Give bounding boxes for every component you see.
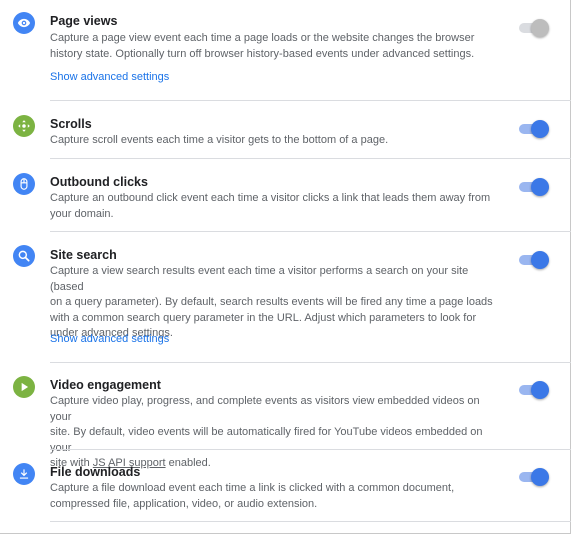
setting-title: Outbound clicks bbox=[50, 175, 148, 189]
file-downloads-toggle[interactable] bbox=[519, 467, 551, 487]
mouse-icon bbox=[13, 173, 35, 195]
settings-panel: Page views Capture a page view event eac… bbox=[0, 0, 571, 534]
setting-description: Capture video play, progress, and comple… bbox=[50, 395, 483, 469]
setting-description: Capture a view search results event each… bbox=[50, 265, 493, 339]
divider bbox=[50, 521, 571, 522]
download-icon bbox=[13, 463, 35, 485]
show-advanced-settings-link[interactable]: Show advanced settings bbox=[50, 71, 169, 83]
divider bbox=[50, 158, 571, 159]
toggle-thumb bbox=[531, 120, 549, 138]
setting-title: Scrolls bbox=[50, 117, 92, 131]
setting-title: File downloads bbox=[50, 465, 141, 479]
page-views-toggle[interactable] bbox=[519, 18, 551, 38]
setting-title: Page views bbox=[50, 14, 118, 28]
setting-description: Capture a file download event each time … bbox=[50, 482, 455, 510]
toggle-thumb bbox=[531, 468, 549, 486]
play-icon bbox=[13, 376, 35, 398]
toggle-thumb bbox=[531, 381, 549, 399]
outbound-clicks-toggle[interactable] bbox=[519, 177, 551, 197]
toggle-thumb bbox=[531, 178, 549, 196]
toggle-thumb bbox=[531, 19, 549, 37]
setting-description: Capture a page view event each time a pa… bbox=[50, 32, 475, 60]
show-advanced-settings-link[interactable]: Show advanced settings bbox=[50, 333, 169, 345]
setting-title: Video engagement bbox=[50, 378, 161, 392]
video-engagement-toggle[interactable] bbox=[519, 380, 551, 400]
toggle-thumb bbox=[531, 251, 549, 269]
divider bbox=[50, 362, 571, 363]
divider bbox=[50, 231, 571, 232]
setting-description: Capture an outbound click event each tim… bbox=[50, 192, 491, 220]
setting-title: Site search bbox=[50, 248, 117, 262]
eye-icon bbox=[13, 12, 35, 34]
divider bbox=[50, 100, 571, 101]
setting-description: Capture scroll events each time a visito… bbox=[50, 134, 389, 146]
scroll-icon bbox=[13, 115, 35, 137]
divider bbox=[50, 449, 571, 450]
scrolls-toggle[interactable] bbox=[519, 119, 551, 139]
search-icon bbox=[13, 245, 35, 267]
site-search-toggle[interactable] bbox=[519, 250, 551, 270]
